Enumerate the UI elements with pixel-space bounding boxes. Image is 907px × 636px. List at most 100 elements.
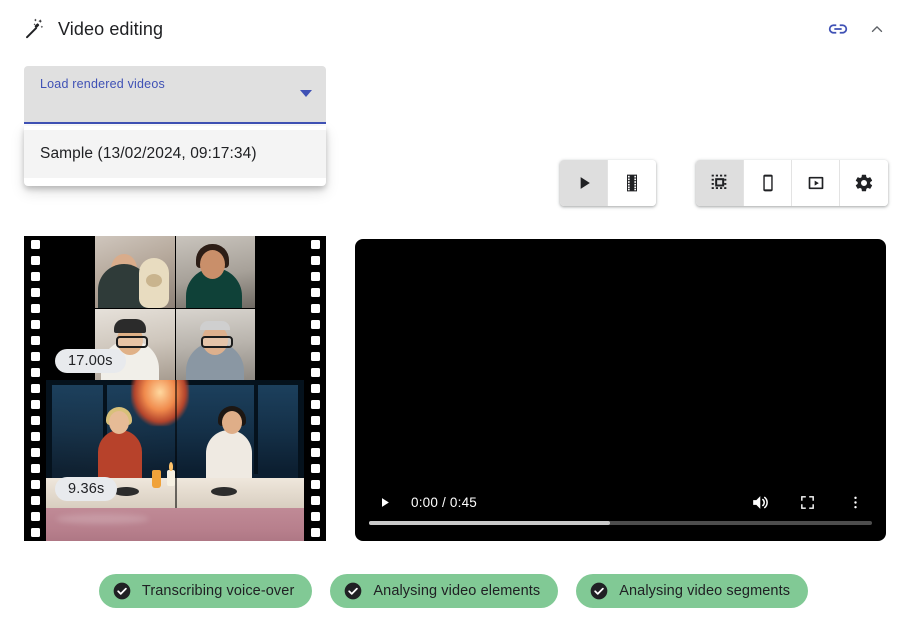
volume-button[interactable] <box>744 487 774 517</box>
volume-up-icon <box>752 495 768 509</box>
sprocket-hole <box>30 464 40 473</box>
video-player[interactable]: 0:00 / 0:45 <box>355 239 886 541</box>
video-controls-row: 0:00 / 0:45 <box>369 487 872 517</box>
sprocket-hole <box>30 496 40 505</box>
sprocket-hole <box>30 352 40 361</box>
sprocket-hole <box>310 432 320 441</box>
link-icon[interactable] <box>827 18 849 40</box>
sprocket-hole <box>310 480 320 489</box>
select-menu: Sample (13/02/2024, 09:17:34) <box>24 126 326 186</box>
status-chip-video-elements: Analysing video elements <box>330 574 559 608</box>
sprocket-hole <box>30 240 40 249</box>
status-chip-video-segments: Analysing video segments <box>576 574 809 608</box>
landscape-format-button[interactable] <box>792 160 840 206</box>
fullscreen-button[interactable] <box>792 487 822 517</box>
check-circle-icon <box>112 581 132 601</box>
sprocket-hole <box>310 528 320 537</box>
clip-duration-badge: 9.36s <box>55 477 118 501</box>
select-option-sample[interactable]: Sample (13/02/2024, 09:17:34) <box>24 130 326 178</box>
play-button[interactable] <box>560 160 608 206</box>
sprocket-hole <box>310 336 320 345</box>
sprocket-holes-right <box>304 236 326 541</box>
sprocket-hole <box>30 336 40 345</box>
check-circle-icon <box>589 581 609 601</box>
dotted-square-icon <box>711 174 726 189</box>
video-buffer-bar <box>369 521 611 525</box>
smartphone-icon <box>762 174 773 192</box>
more-options-button[interactable] <box>840 487 870 517</box>
dropdown-arrow-icon[interactable] <box>300 90 312 97</box>
portrait-format-button[interactable] <box>744 160 792 206</box>
sprocket-hole <box>30 512 40 521</box>
video-play-button[interactable] <box>369 487 399 517</box>
filmstrip-clip[interactable]: 9.36s <box>46 380 304 508</box>
video-controls-right <box>744 487 870 517</box>
sprocket-hole <box>310 288 320 297</box>
play-icon <box>580 177 590 189</box>
sprocket-hole <box>30 384 40 393</box>
sprocket-hole <box>30 304 40 313</box>
filmstrip-clip[interactable]: 17.00s <box>46 236 304 380</box>
format-button-group <box>696 160 888 206</box>
filmstrip-button[interactable] <box>608 160 656 206</box>
film-strip-icon <box>627 174 637 192</box>
select-label: Load rendered videos <box>40 77 165 91</box>
sprocket-hole <box>310 384 320 393</box>
sprocket-hole <box>310 304 320 313</box>
diner-person <box>206 406 253 482</box>
sprocket-hole <box>30 320 40 329</box>
filmstrip-clip[interactable] <box>46 508 304 541</box>
select-field[interactable]: Load rendered videos <box>24 66 326 124</box>
settings-button[interactable] <box>840 160 888 206</box>
smart-display-icon <box>808 176 823 190</box>
clip-list: 17.00s 9.36s <box>46 236 304 541</box>
sprocket-hole <box>310 368 320 377</box>
gear-icon <box>855 174 873 192</box>
sprocket-hole <box>30 400 40 409</box>
sprocket-hole <box>30 288 40 297</box>
header-actions <box>827 17 889 41</box>
sprocket-hole <box>310 320 320 329</box>
sprocket-hole <box>30 416 40 425</box>
status-chip-label: Analysing video elements <box>373 583 541 599</box>
sprocket-hole <box>310 240 320 249</box>
status-chip-transcribing: Transcribing voice-over <box>98 574 313 608</box>
sprocket-hole <box>310 464 320 473</box>
sprocket-hole <box>30 272 40 281</box>
panel-header: Video editing <box>0 0 907 58</box>
video-controls: 0:00 / 0:45 <box>355 479 886 541</box>
clip-thumbnail <box>46 508 304 541</box>
check-circle-icon <box>343 581 363 601</box>
playback-button-group <box>560 160 656 206</box>
sprocket-hole <box>30 368 40 377</box>
header-left: Video editing <box>22 17 163 41</box>
diner-person <box>97 407 142 482</box>
sprocket-hole <box>310 352 320 361</box>
sprocket-hole <box>30 480 40 489</box>
sprocket-hole <box>310 256 320 265</box>
sprocket-hole <box>30 528 40 537</box>
filmstrip-panel[interactable]: 17.00s 9.36s <box>24 236 326 541</box>
sprocket-holes-left <box>24 236 46 541</box>
clip-duration-badge: 17.00s <box>55 349 126 373</box>
call-participant-tile <box>95 236 175 308</box>
call-participant-tile <box>175 308 255 380</box>
sprocket-hole <box>310 496 320 505</box>
sprocket-hole <box>310 400 320 409</box>
page-title: Video editing <box>58 19 164 39</box>
more-vertical-icon <box>853 496 857 508</box>
play-icon <box>381 497 389 507</box>
sprocket-hole <box>310 448 320 457</box>
video-scrubber[interactable] <box>369 521 872 525</box>
sprocket-hole <box>310 512 320 521</box>
toolbar-row <box>560 160 888 206</box>
sprocket-hole <box>30 256 40 265</box>
sprocket-hole <box>30 432 40 441</box>
square-format-button[interactable] <box>696 160 744 206</box>
call-participant-tile <box>175 236 255 308</box>
collapse-panel-button[interactable] <box>865 17 889 41</box>
sprocket-hole <box>310 272 320 281</box>
fullscreen-icon <box>800 495 814 509</box>
video-time-display: 0:00 / 0:45 <box>411 494 478 510</box>
status-chip-row: Transcribing voice-over Analysing video … <box>0 574 907 608</box>
